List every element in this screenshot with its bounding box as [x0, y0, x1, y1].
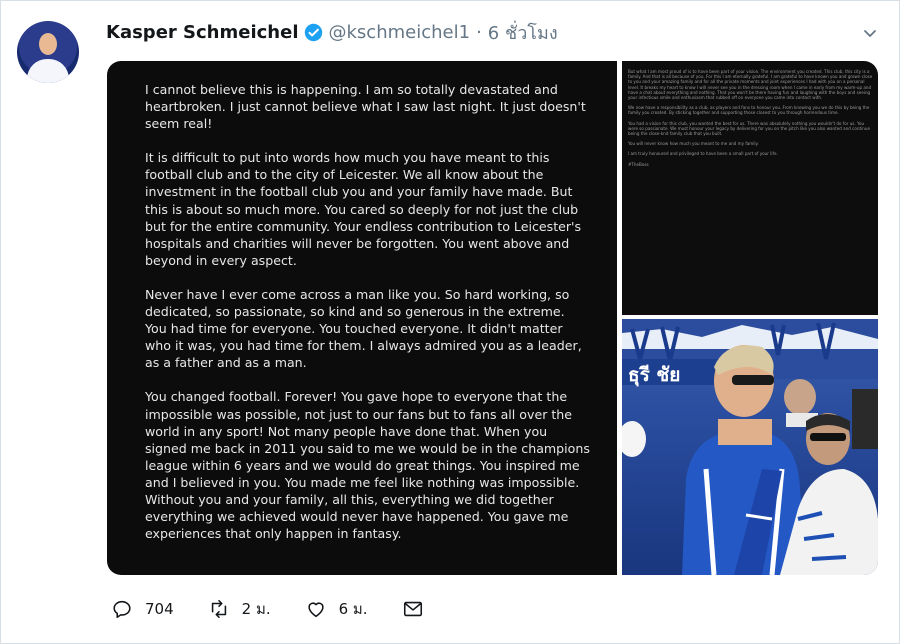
reply-icon	[113, 600, 131, 619]
letter-paragraph: I cannot believe this is happening. I am…	[145, 82, 586, 132]
like-icon	[307, 602, 324, 618]
like-count: 6 ม.	[338, 600, 368, 618]
letter-paragraph: It is difficult to put into words how mu…	[145, 150, 582, 268]
letter-text: I cannot believe this is happening. I am…	[145, 81, 590, 559]
tweet-media[interactable]: I cannot believe this is happening. I am…	[107, 61, 878, 575]
avatar-head	[39, 33, 57, 55]
retweet-action[interactable]: 2 ม.	[208, 597, 271, 621]
letter-paragraph: We now have a responsibility as a club, …	[628, 105, 870, 116]
letter-paragraph: #TheBoss	[628, 161, 649, 167]
letter-paragraph: You changed football. Forever! You gave …	[145, 389, 590, 542]
reply-action[interactable]: 704	[111, 598, 174, 620]
display-name[interactable]: Kasper Schmeichel	[106, 22, 299, 43]
direct-message-action[interactable]	[402, 598, 436, 620]
photo-illustration: ธุรี ชัย	[622, 319, 878, 575]
avatar[interactable]	[17, 21, 79, 83]
letter-continued-image[interactable]: But what I am most proud of is to have b…	[622, 61, 878, 315]
chevron-down-icon[interactable]	[863, 25, 877, 39]
celebration-photo[interactable]: ธุรี ชัย	[622, 319, 878, 575]
letter-paragraph: I am truly honoured and privileged to ha…	[628, 151, 778, 157]
letter-paragraph: But what I am most proud of is to have b…	[628, 69, 873, 101]
user-handle[interactable]: @kschmeichel1	[329, 22, 471, 43]
letter-paragraph: You will never know how much you meant t…	[628, 141, 759, 147]
letter-continued-text: But what I am most proud of is to have b…	[628, 69, 874, 172]
direct-message-icon	[403, 601, 422, 617]
tweet-card: Kasper Schmeichel @kschmeichel1 · 6 ชั่ว…	[0, 0, 900, 644]
letter-paragraph: You had a vision for this club, you want…	[628, 120, 870, 137]
banner-text: ธุรี ชัย	[628, 364, 680, 387]
letter-paragraph: Never have I ever come across a man like…	[145, 286, 582, 371]
time-separator: ·	[476, 21, 482, 43]
like-action[interactable]: 6 ม.	[305, 597, 368, 621]
tweet-header: Kasper Schmeichel @kschmeichel1 · 6 ชั่ว…	[106, 19, 558, 45]
tweet-actions: 704 2 ม. 6 ม.	[111, 595, 470, 623]
reply-count: 704	[145, 600, 174, 618]
avatar-shirt	[27, 59, 69, 83]
retweet-count: 2 ม.	[241, 600, 271, 618]
retweet-icon	[211, 599, 226, 619]
tweet-timestamp[interactable]: 6 ชั่วโมง	[488, 18, 558, 47]
letter-image[interactable]: I cannot believe this is happening. I am…	[107, 61, 617, 575]
verified-badge-icon	[304, 23, 323, 42]
